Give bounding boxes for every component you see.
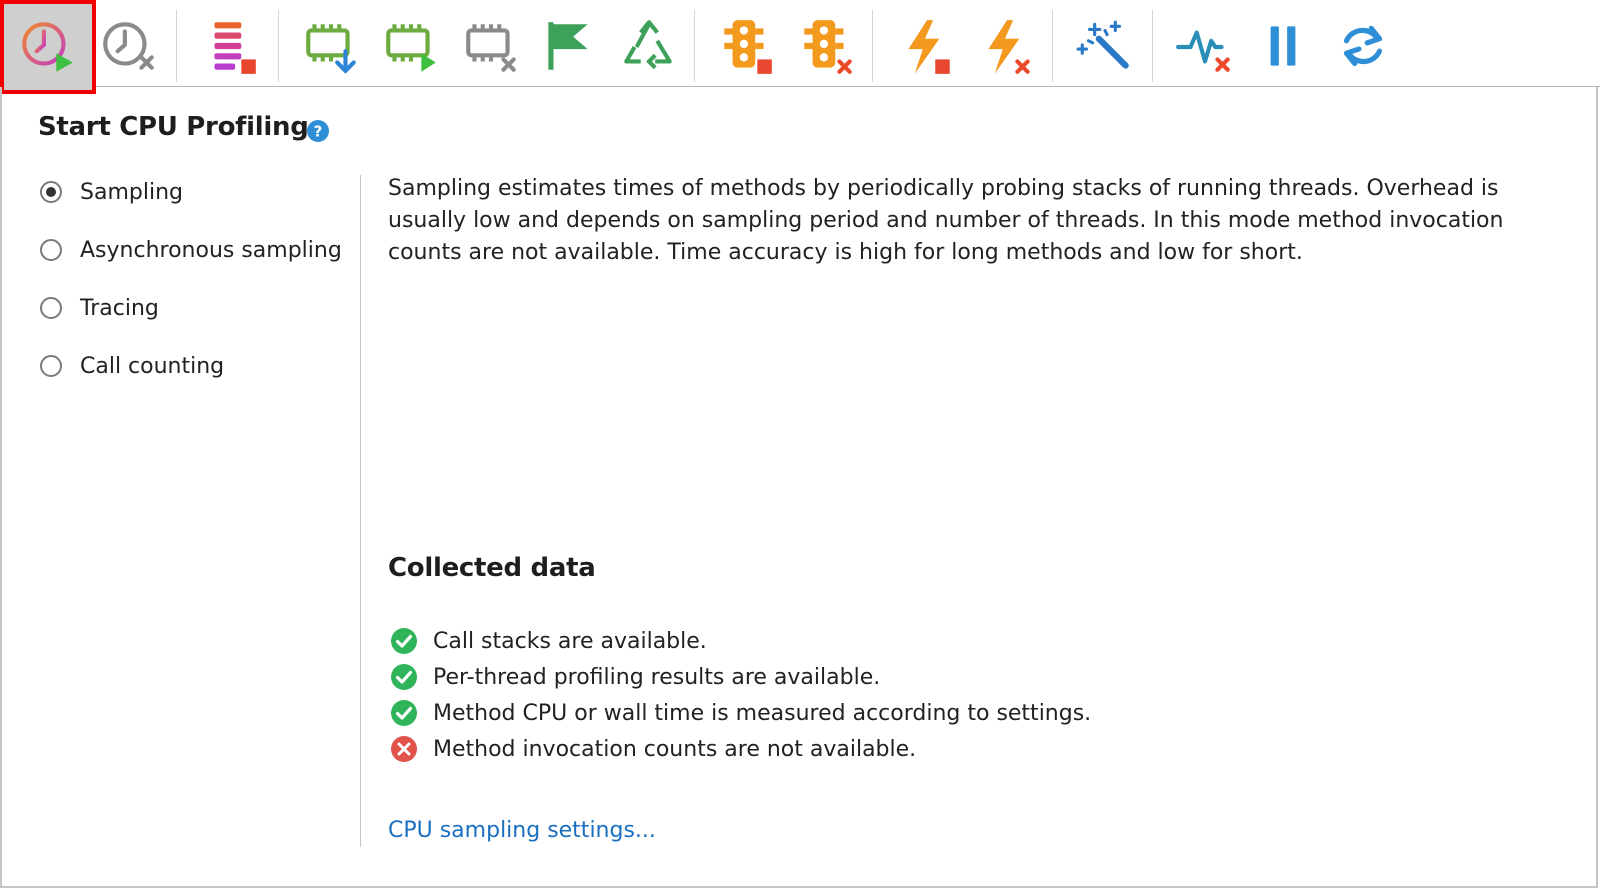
- stop-monitor-profiling-button[interactable]: [708, 8, 786, 86]
- magic-wand-icon: [1076, 20, 1129, 69]
- mode-description: Sampling estimates times of methods by p…: [388, 176, 1504, 265]
- svg-text:?: ?: [314, 123, 323, 141]
- refresh-button[interactable]: [1324, 8, 1402, 86]
- clear-exception-profiling-button[interactable]: [968, 8, 1046, 86]
- mode-option-sampling[interactable]: Sampling: [40, 176, 183, 208]
- mode-option-call-counting[interactable]: Call counting: [40, 350, 224, 382]
- stop-exception-profiling-button[interactable]: [888, 8, 966, 86]
- cpu-sampling-settings-link[interactable]: CPU sampling settings...: [388, 818, 656, 843]
- memory-download-icon: [306, 24, 356, 74]
- collected-data-item: Call stacks are available.: [390, 626, 707, 656]
- mode-option-label: Asynchronous sampling: [80, 237, 342, 263]
- clock-start-icon: [22, 22, 73, 72]
- clock-stop-icon: [103, 22, 154, 70]
- collected-data-item: Method CPU or wall time is measured acco…: [390, 698, 1091, 728]
- traffic-light-stop-icon: [724, 20, 772, 74]
- flag-icon: [548, 22, 588, 70]
- mode-option-label: Tracing: [80, 295, 159, 321]
- collected-data-text: Method invocation counts are not availab…: [433, 736, 917, 762]
- help-icon[interactable]: ?: [306, 119, 330, 143]
- check-icon: [391, 700, 417, 726]
- toolbar-separator: [1152, 10, 1153, 82]
- check-icon: [391, 664, 417, 690]
- collected-data-text: Call stacks are available.: [433, 628, 707, 654]
- collected-data-text: Method CPU or wall time is measured acco…: [433, 700, 1092, 726]
- capture-memory-snapshot-button[interactable]: [292, 8, 370, 86]
- collected-data-item: Method invocation counts are not availab…: [390, 734, 916, 764]
- page-title: Start CPU Profiling: [38, 112, 309, 142]
- lightning-stop-icon: [908, 20, 950, 74]
- stop-cpu-profiling-button[interactable]: [90, 8, 168, 86]
- mode-option-asynchronous-sampling[interactable]: Asynchronous sampling: [40, 234, 342, 266]
- start-cpu-profiling-button[interactable]: [0, 0, 96, 94]
- cross-icon: [391, 736, 417, 762]
- stop-allocation-recording-button[interactable]: [452, 8, 530, 86]
- pause-button[interactable]: [1244, 8, 1322, 86]
- collected-data-item: Per-thread profiling results are availab…: [390, 662, 880, 692]
- recycle-icon: [624, 20, 672, 70]
- refresh-icon: [1343, 25, 1383, 67]
- stack-stop-icon: [214, 22, 256, 74]
- stop-telemetry-button[interactable]: [1166, 8, 1244, 86]
- stop-stack-telemetry-button[interactable]: [192, 8, 270, 86]
- check-icon: [391, 628, 417, 654]
- vertical-divider: [360, 175, 361, 847]
- mode-option-label: Call counting: [80, 353, 225, 379]
- memory-stop-icon: [466, 24, 516, 72]
- traffic-light-clear-icon: [804, 20, 852, 74]
- radio-button[interactable]: [40, 355, 62, 377]
- toolbar-separator: [278, 10, 279, 82]
- radio-button[interactable]: [40, 239, 62, 261]
- triggers-button[interactable]: [1066, 8, 1144, 86]
- collected-data-text: Per-thread profiling results are availab…: [433, 664, 881, 690]
- toolbar-separator: [694, 10, 695, 82]
- radio-button[interactable]: [40, 181, 62, 203]
- toolbar-separator: [872, 10, 873, 82]
- pulse-stop-icon: [1176, 30, 1230, 72]
- mark-button[interactable]: [530, 8, 608, 86]
- toolbar-separator: [1052, 10, 1053, 82]
- force-gc-button[interactable]: [610, 8, 688, 86]
- toolbar: [0, 0, 1600, 94]
- clear-monitor-profiling-button[interactable]: [788, 8, 866, 86]
- pause-icon: [1270, 26, 1296, 66]
- radio-selected-dot: [46, 187, 56, 197]
- lightning-clear-icon: [988, 20, 1030, 74]
- start-allocation-recording-button[interactable]: [372, 8, 450, 86]
- radio-button[interactable]: [40, 297, 62, 319]
- mode-option-label: Sampling: [80, 179, 183, 205]
- collected-data-title: Collected data: [388, 553, 596, 583]
- toolbar-separator: [176, 10, 177, 82]
- mode-option-tracing[interactable]: Tracing: [40, 292, 159, 324]
- memory-start-icon: [386, 24, 436, 72]
